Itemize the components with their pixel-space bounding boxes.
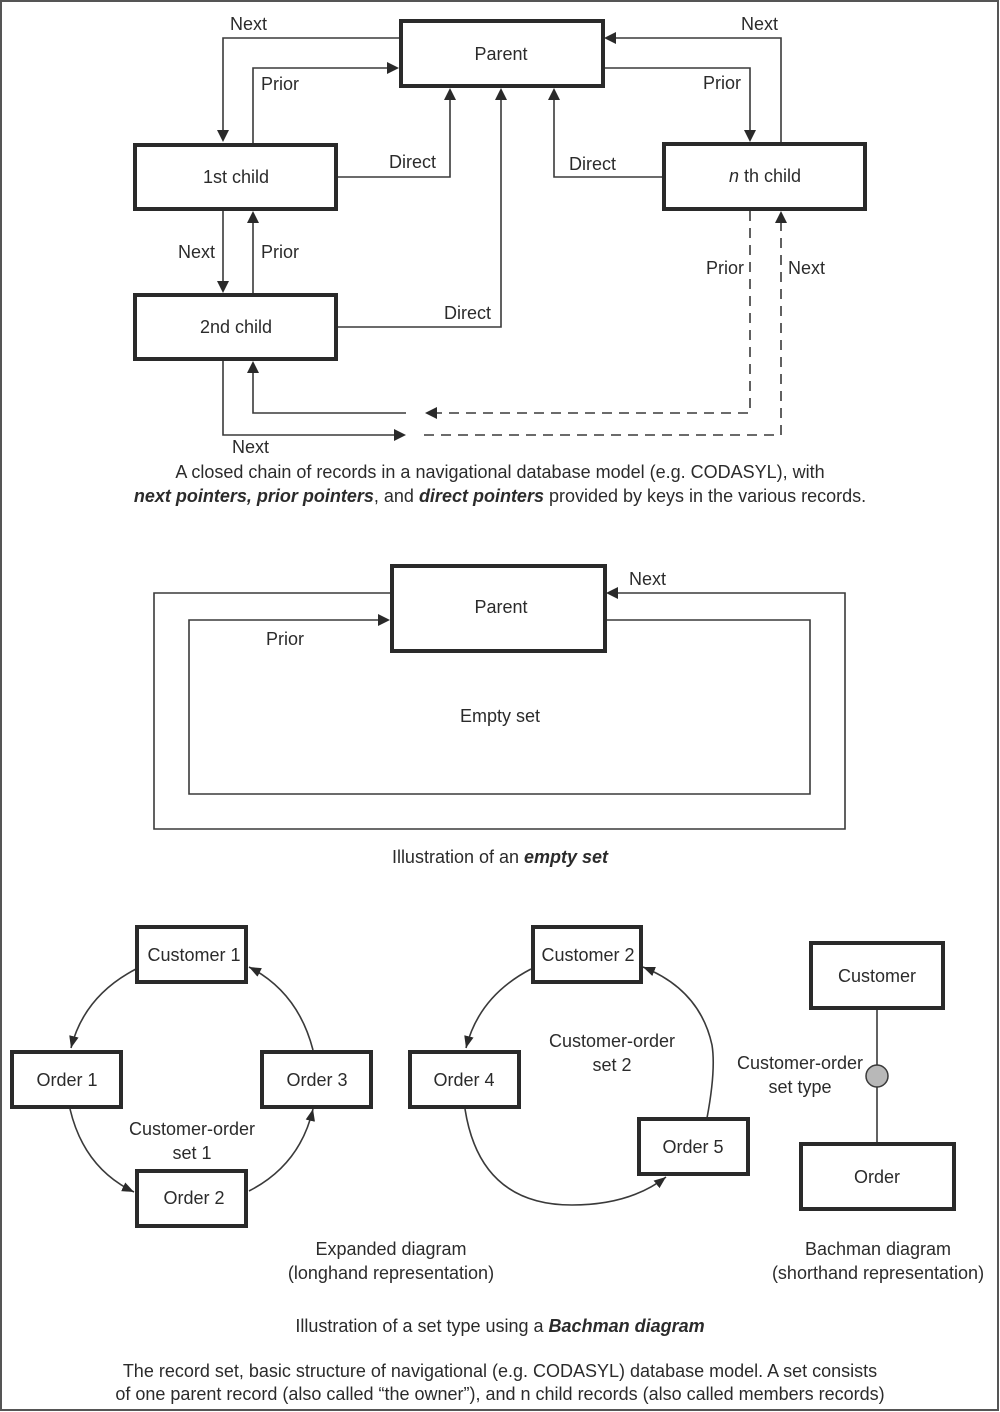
arrowhead-up-icon — [495, 88, 507, 100]
diagram-canvas: Parent 1st child 2nd child n th child Ne… — [0, 0, 999, 1411]
figure2-caption-bold: empty set — [524, 847, 609, 867]
order1-label: Order 1 — [36, 1070, 97, 1090]
arrowhead-up-icon — [247, 211, 259, 223]
figure3-caption-bold: Bachman diagram — [549, 1316, 705, 1336]
label-next-top-left: Next — [230, 14, 267, 34]
dashed-next-pointer-nth — [424, 223, 782, 436]
set1-arc-order3-to-customer — [248, 966, 314, 1051]
next-pointer-parent-to-first — [222, 37, 399, 130]
empty-set-diagram: Parent Next Prior Empty set Illustration… — [153, 564, 846, 867]
expanded-caption-line1: Expanded diagram — [315, 1239, 466, 1259]
set1-label-line2: set 1 — [172, 1143, 211, 1163]
arrowhead-left-icon — [425, 407, 437, 419]
customer2-label: Customer 2 — [541, 945, 634, 965]
expanded-caption-line2: (longhand representation) — [288, 1263, 494, 1283]
arrowhead-left-icon — [606, 587, 618, 599]
nth-child-n: n — [729, 166, 739, 186]
label-prior-dashed: Prior — [706, 258, 744, 278]
figure3-caption-text: Illustration of a set type using a — [295, 1316, 548, 1336]
nth-child-suffix: th child — [739, 166, 801, 186]
order4-label: Order 4 — [433, 1070, 494, 1090]
arrowhead-up-icon — [775, 211, 787, 223]
label-next-dashed: Next — [788, 258, 825, 278]
figure2-caption: Illustration of an empty set — [392, 847, 609, 867]
set1-arc-order1-to-order2 — [69, 1108, 135, 1193]
set1-label-line1: Customer-order — [129, 1119, 255, 1139]
direct-pointer-second-to-parent — [337, 100, 502, 328]
set2-label-line1: Customer-order — [549, 1031, 675, 1051]
bachman-set-type-line2: set type — [768, 1077, 831, 1097]
bachman-order-label: Order — [854, 1167, 900, 1187]
set2-arc-customer-to-order4 — [464, 968, 532, 1049]
order3-label: Order 3 — [286, 1070, 347, 1090]
arrowhead-right-icon — [394, 429, 406, 441]
customer1-label: Customer 1 — [147, 945, 240, 965]
parent-record-label: Parent — [474, 44, 527, 64]
arrowhead-down-icon — [217, 130, 229, 142]
bachman-customer-label: Customer — [838, 966, 916, 986]
figure1-caption-line1: A closed chain of records in a navigatio… — [175, 462, 824, 482]
label-next-top-right: Next — [741, 14, 778, 34]
label-next-mid: Next — [178, 242, 215, 262]
label-direct-first: Direct — [389, 152, 436, 172]
figure2-caption-text: Illustration of an — [392, 847, 524, 867]
arrowhead-up-icon — [548, 88, 560, 100]
arrowhead-right-icon — [387, 62, 399, 74]
next-pointer-nth-to-parent — [616, 37, 782, 143]
arrowhead-down-icon — [217, 281, 229, 293]
prior-pointer-into-second — [252, 373, 406, 414]
arrowhead-up-icon — [247, 361, 259, 373]
figure1-caption-line2: next pointers, prior pointers, and direc… — [134, 486, 866, 506]
label-next-bottom: Next — [232, 437, 269, 457]
bachman-set-type-line1: Customer-order — [737, 1053, 863, 1073]
order5-label: Order 5 — [662, 1137, 723, 1157]
arrowhead-right-icon — [378, 614, 390, 626]
label-prior-top-right: Prior — [703, 73, 741, 93]
caption-next-prior-pointers: next pointers, prior pointers — [134, 486, 374, 506]
caption-direct-pointers: direct pointers — [419, 486, 544, 506]
nth-child-record-label: n th child — [729, 166, 801, 186]
caption-and: , and — [374, 486, 419, 506]
bachman-caption-line1: Bachman diagram — [805, 1239, 951, 1259]
set2-label-line2: set 2 — [592, 1055, 631, 1075]
empty-set-parent-label: Parent — [474, 597, 527, 617]
caption-provided-by: provided by keys in the various records. — [544, 486, 866, 506]
arrowhead-up-icon — [444, 88, 456, 100]
figure3-caption: Illustration of a set type using a Bachm… — [295, 1316, 704, 1336]
empty-set-next-label: Next — [629, 569, 666, 589]
set2-arc-order4-to-order5 — [464, 1108, 667, 1206]
arrowhead-down-icon — [744, 130, 756, 142]
empty-set-prior-label: Prior — [266, 629, 304, 649]
bachman-set-type-circle — [865, 1064, 889, 1088]
label-direct-second: Direct — [444, 303, 491, 323]
order2-label: Order 2 — [163, 1188, 224, 1208]
set1-arc-customer-to-order1 — [69, 968, 137, 1049]
label-prior-mid: Prior — [261, 242, 299, 262]
arrowhead-left-icon — [604, 32, 616, 44]
closed-chain-diagram: Parent 1st child 2nd child n th child Ne… — [133, 14, 867, 506]
set1-arc-order2-to-order3 — [248, 1108, 315, 1192]
second-child-record-label: 2nd child — [200, 317, 272, 337]
empty-set-label: Empty set — [460, 706, 540, 726]
footer-line2: of one parent record (also called “the o… — [115, 1384, 884, 1404]
first-child-record-label: 1st child — [203, 167, 269, 187]
label-direct-nth: Direct — [569, 154, 616, 174]
bachman-caption-line2: (shorthand representation) — [772, 1263, 984, 1283]
set-type-diagram: Customer 1 Order 1 Order 2 Order 3 Custo… — [10, 925, 984, 1336]
label-prior-top-left: Prior — [261, 74, 299, 94]
footer-line1: The record set, basic structure of navig… — [123, 1361, 877, 1381]
